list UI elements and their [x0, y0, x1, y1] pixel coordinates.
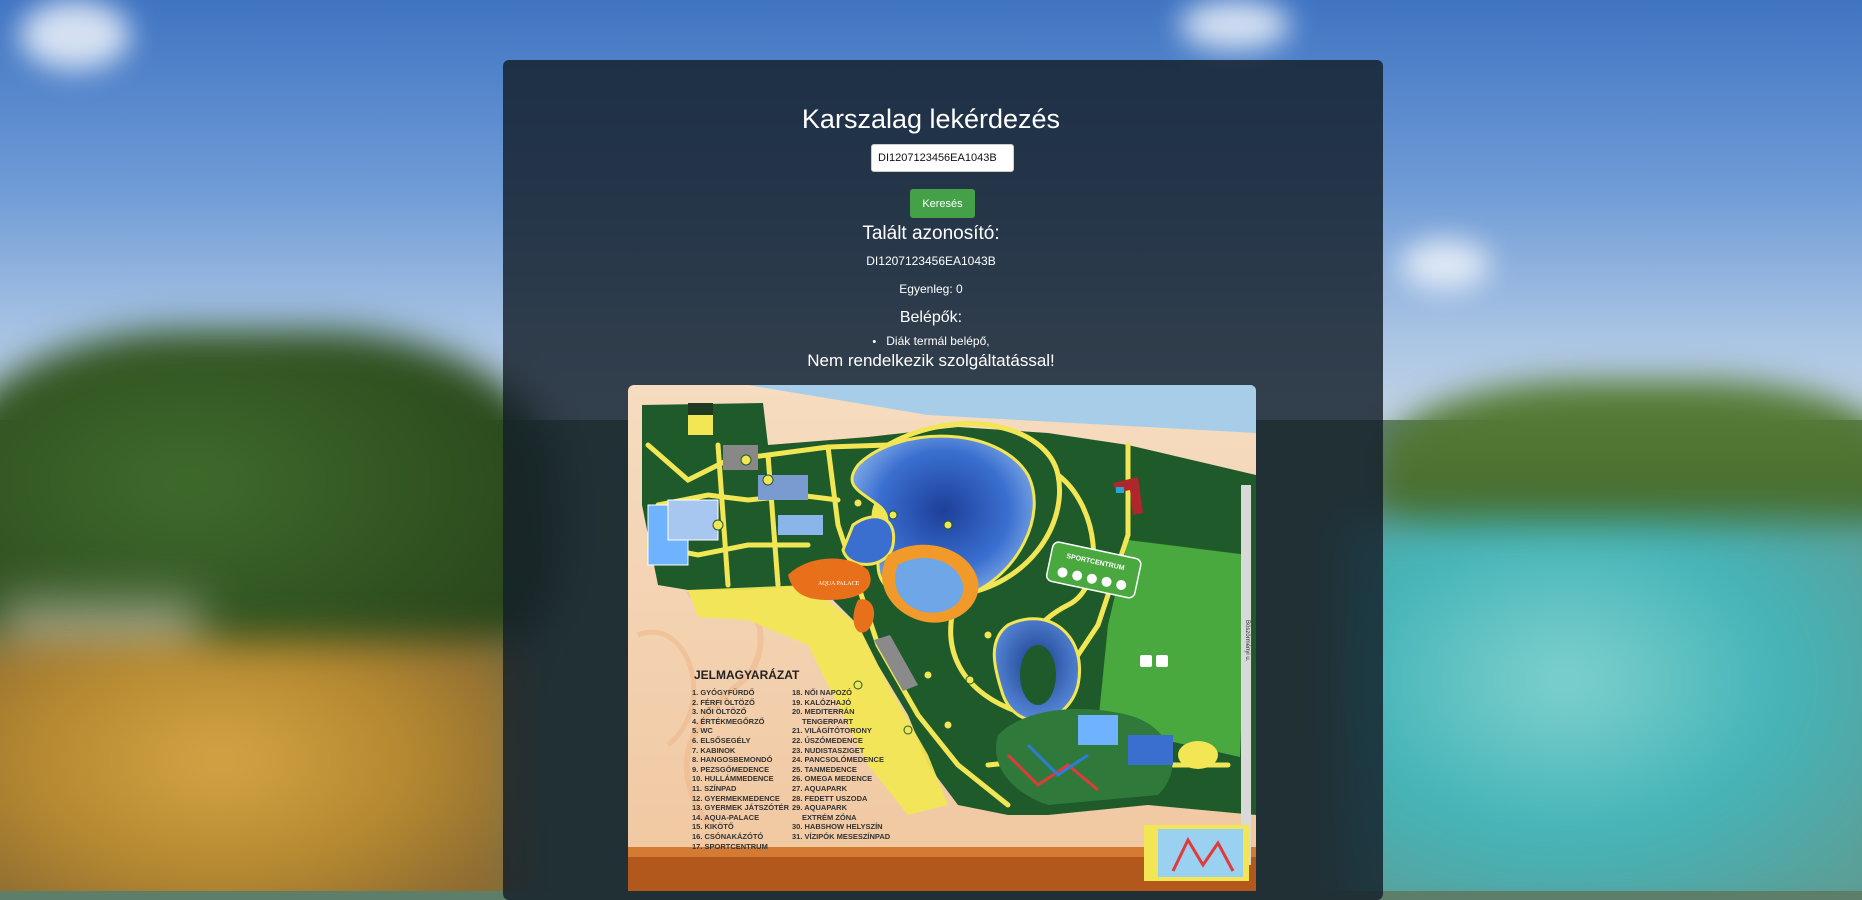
legend-item: 13. GYERMEK JÁTSZÓTÉR [692, 803, 790, 813]
legend-item: 19. KALÓZHAJÓ [792, 697, 852, 707]
street-label: Böszörményi u. [1244, 620, 1250, 662]
background-cloud [20, 0, 130, 70]
park-map-image: SPORTCENTRUM Böszörményi u. AQUA PALACE … [628, 385, 1256, 891]
legend-item: 4. ÉRTÉKMEGŐRZŐ [692, 716, 765, 726]
legend-item: 7. KABINOK [692, 745, 736, 755]
legend-item: EXTRÉM ZÓNA [802, 812, 857, 822]
found-id-heading: Talált azonosító: [862, 223, 1000, 244]
legend-item: 30. HABSHOW HELYSZÍN [792, 822, 883, 832]
entries-heading: Belépők: [899, 309, 963, 326]
legend-item: TENGERPART [802, 716, 854, 726]
legend-item: 10. HULLÁMMEDENCE [692, 774, 774, 784]
legend-item: 5. WC [692, 726, 713, 736]
legend-item: 20. MEDITERRÁN [792, 707, 855, 717]
legend-item: 21. VILÁGÍTÓTORONY [792, 726, 872, 736]
legend-column-1: 1. GYÓGYFÜRDŐ 2. FÉRFI ÖLTÖZŐ 3. NŐI ÖLT… [692, 688, 789, 851]
background-ground [0, 640, 520, 891]
list-item: Diák termál belépő, [0, 334, 1862, 348]
legend-title: JELMAGYARÁZAT [694, 668, 800, 682]
background-pool [1342, 520, 1862, 891]
legend-item: 11. SZÍNPAD [692, 783, 737, 793]
legend-item: 12. GYERMEKMEDENCE [692, 793, 780, 803]
legend-item: 16. CSÓNAKÁZÓTÓ [692, 831, 764, 841]
page-title: Karszalag lekérdezés [801, 104, 1061, 134]
no-service-message: Nem rendelkezik szolgáltatással! [807, 351, 1055, 370]
legend-item: 23. NUDISTASZIGET [792, 745, 865, 755]
legend-item: 3. NŐI ÖLTÖZŐ [692, 707, 747, 717]
balance-text: Egyenleg: 0 [899, 282, 963, 296]
wristband-search-input[interactable] [871, 144, 1014, 172]
legend-item: 22. ÚSZÓMEDENCE [792, 735, 863, 745]
legend-item: 27. AQUAPARK [792, 783, 848, 793]
legend-item: 1. GYÓGYFÜRDŐ [692, 688, 755, 697]
legend-item: 31. VÍZIPÓK MESESZÍNPAD [792, 831, 891, 841]
legend-item: 8. HANGOSBEMONDÓ [692, 755, 773, 765]
legend-item: 18. NŐI NAPOZÓ [792, 688, 853, 697]
background-cloud [1180, 0, 1290, 50]
legend-item: 15. KIKÖTŐ [692, 822, 734, 832]
legend-item: 6. ELSŐSEGÉLY [692, 735, 751, 745]
search-button[interactable]: Keresés [910, 189, 975, 218]
legend-item: 28. FEDETT USZODA [792, 793, 868, 803]
legend-item: 14. AQUA-PALACE [692, 812, 760, 822]
legend-item: 25. TANMEDENCE [792, 764, 857, 774]
entries-list: Diák termál belépő, [0, 334, 1862, 348]
legend-column-2: 18. NŐI NAPOZÓ 19. KALÓZHAJÓ 20. MEDITER… [792, 688, 890, 842]
legend-item: 26. OMEGA MEDENCE [792, 774, 873, 784]
found-id-value: DI1207123456EA1043B [866, 254, 996, 268]
legend-item: 2. FÉRFI ÖLTÖZŐ [692, 697, 755, 707]
legend-item: 17. SPORTCENTRUM [692, 841, 768, 851]
legend-item: 24. PANCSOLÓMEDENCE [792, 755, 884, 765]
legend-item: 29. AQUAPARK [792, 803, 848, 813]
legend-item: 9. PEZSGŐMEDENCE [692, 764, 770, 774]
aqua-palace-label: AQUA PALACE [818, 581, 860, 587]
